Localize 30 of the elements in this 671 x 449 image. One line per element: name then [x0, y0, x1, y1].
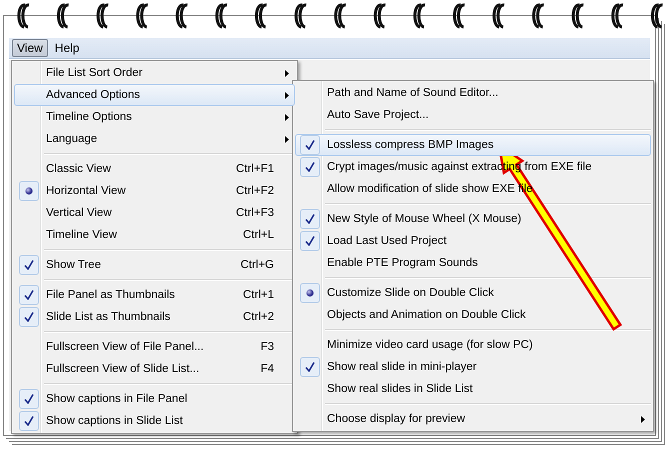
menu-item[interactable]: Horizontal View Ctrl+F2: [14, 180, 295, 202]
menu-item[interactable]: Auto Save Project...: [295, 104, 651, 126]
menu-item[interactable]: Advanced Options: [14, 84, 295, 106]
menu-item[interactable]: Show captions in File Panel: [14, 388, 295, 410]
menu-item[interactable]: Show real slide in mini-player: [295, 356, 651, 378]
menu-item[interactable]: Load Last Used Project: [295, 230, 651, 252]
menu-item[interactable]: Path and Name of Sound Editor...: [295, 82, 651, 104]
menu-item[interactable]: Objects and Animation on Double Click: [295, 304, 651, 326]
menu-item[interactable]: Lossless compress BMP Images: [295, 134, 651, 156]
menu-item[interactable]: Show captions in Slide List: [14, 410, 295, 432]
menu-item[interactable]: Classic View Ctrl+F1: [14, 158, 295, 180]
menu-title[interactable]: Help: [50, 39, 84, 57]
menu-item[interactable]: New Style of Mouse Wheel (X Mouse): [295, 208, 651, 230]
menu-title[interactable]: View: [12, 39, 48, 57]
menu-item[interactable]: File List Sort Order: [14, 62, 295, 84]
menu-item[interactable]: Timeline View Ctrl+L: [14, 224, 295, 246]
menu-item[interactable]: Vertical View Ctrl+F3: [14, 202, 295, 224]
menu-item[interactable]: Allow modification of slide show EXE file: [295, 178, 651, 200]
menu-item[interactable]: Fullscreen View of File Panel... F3: [14, 336, 295, 358]
menu-item[interactable]: File Panel as Thumbnails Ctrl+1: [14, 284, 295, 306]
menu-item[interactable]: Timeline Options: [14, 106, 295, 128]
menu-item[interactable]: Show Tree Ctrl+G: [14, 254, 295, 276]
menu-item[interactable]: Show real slides in Slide List: [295, 378, 651, 400]
menu-item[interactable]: Slide List as Thumbnails Ctrl+2: [14, 306, 295, 328]
menu-item[interactable]: Choose display for preview: [295, 408, 651, 430]
menu-item[interactable]: Language: [14, 128, 295, 150]
menu-item[interactable]: Enable PTE Program Sounds: [295, 252, 651, 274]
menu-item[interactable]: Customize Slide on Double Click: [295, 282, 651, 304]
menu-item[interactable]: Fullscreen View of Slide List... F4: [14, 358, 295, 380]
menu-item[interactable]: Minimize video card usage (for slow PC): [295, 334, 651, 356]
